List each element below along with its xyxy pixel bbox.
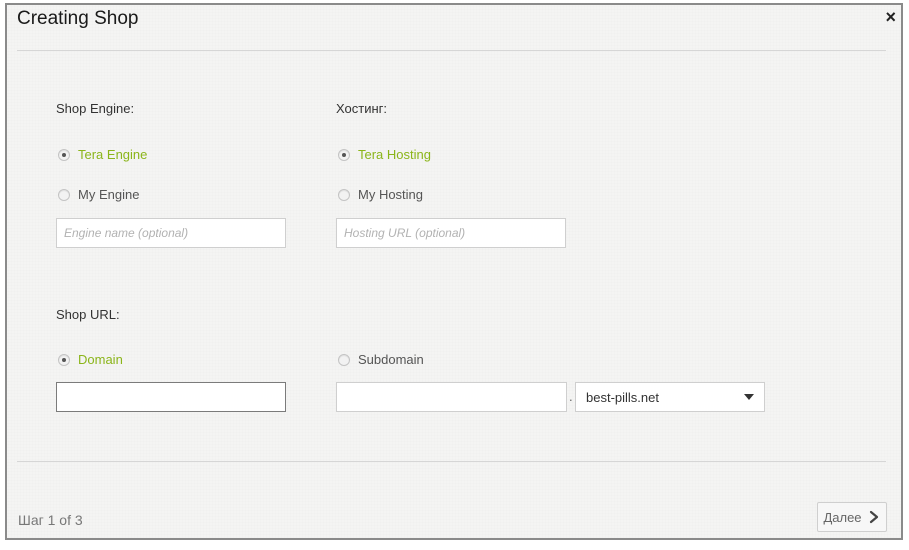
radio-button-unchecked[interactable] [58,188,70,201]
shop-engine-label: Shop Engine: [56,101,135,116]
next-button[interactable]: Далее [817,502,887,532]
subdomain-input[interactable] [336,382,567,412]
creating-shop-dialog: Creating Shop × Shop Engine: Tera Engine… [5,3,903,540]
radio-label-my-engine: My Engine [78,187,140,202]
radio-my-engine[interactable]: My Engine [58,187,139,202]
domain-select-value: best-pills.net [586,389,659,405]
header-divider [17,50,886,51]
radio-label-tera-hosting: Tera Hosting [358,147,431,162]
radio-button-unchecked[interactable] [338,188,350,201]
subdomain-separator: . [569,389,573,404]
radio-label-domain: Domain [78,352,123,367]
radio-label-subdomain: Subdomain [358,352,424,367]
radio-button-checked[interactable] [58,353,70,366]
domain-select[interactable]: best-pills.net [575,382,765,412]
radio-label-my-hosting: My Hosting [358,187,424,202]
radio-button-unchecked[interactable] [338,353,350,366]
radio-subdomain[interactable]: Subdomain [338,352,424,367]
dialog-title: Creating Shop [17,8,139,29]
caret-down-icon [744,394,754,400]
radio-tera-engine[interactable]: Tera Engine [58,147,147,162]
radio-my-hosting[interactable]: My Hosting [338,187,423,202]
engine-name-input[interactable] [56,218,286,248]
chevron-right-icon [869,510,878,524]
radio-label-tera-engine: Tera Engine [78,147,148,162]
radio-button-checked[interactable] [338,148,350,161]
radio-domain[interactable]: Domain [58,352,123,367]
footer-divider [17,461,886,462]
step-indicator: Шаг 1 of 3 [18,512,83,528]
hosting-label: Хостинг: [336,101,388,116]
next-button-label: Далее [823,509,862,525]
close-icon[interactable]: × [885,8,896,26]
hosting-url-input[interactable] [336,218,566,248]
domain-input[interactable] [56,382,286,412]
shop-url-label: Shop URL: [56,307,120,322]
radio-tera-hosting[interactable]: Tera Hosting [338,147,431,162]
radio-button-checked[interactable] [58,148,70,161]
